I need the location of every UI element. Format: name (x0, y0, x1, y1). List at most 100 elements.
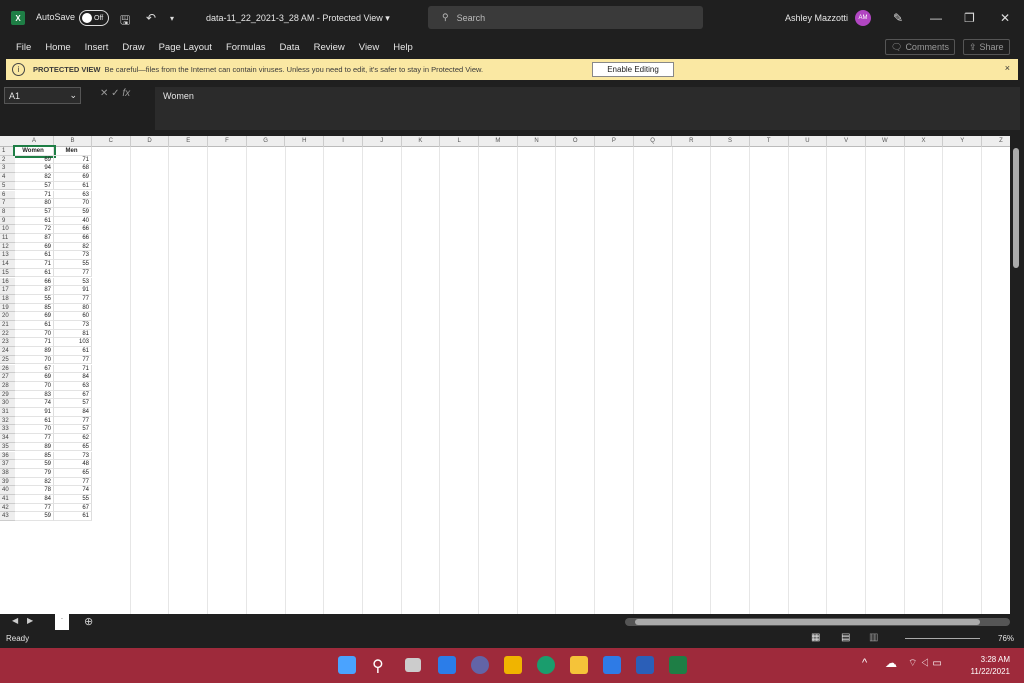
tab-nav-left-icon[interactable]: ◀ (12, 616, 18, 625)
data-cell[interactable]: 77 (15, 434, 54, 443)
data-cell[interactable]: 53 (54, 277, 92, 287)
row-header[interactable]: 2 (0, 155, 15, 165)
add-sheet-icon[interactable]: ⊕ (84, 615, 93, 628)
task-view-icon[interactable] (405, 658, 421, 672)
column-header-e[interactable]: E (169, 136, 209, 147)
row-header[interactable]: 36 (0, 451, 15, 461)
row-header[interactable]: 35 (0, 442, 15, 452)
column-header-q[interactable]: Q (634, 136, 673, 147)
data-cell[interactable]: 70 (15, 355, 54, 365)
page-layout-icon[interactable]: ▤ (841, 632, 850, 643)
row-header[interactable]: 20 (0, 312, 15, 321)
search-icon[interactable]: ⚲ (372, 656, 390, 675)
restore-icon[interactable]: ❐ (964, 11, 975, 25)
zoom-slider[interactable] (905, 638, 980, 639)
data-cell[interactable]: 74 (15, 399, 54, 408)
data-cell[interactable]: 71 (54, 364, 92, 374)
data-cell[interactable]: 57 (54, 399, 92, 408)
row-header[interactable]: 19 (0, 303, 15, 313)
data-cell[interactable]: 70 (54, 199, 92, 208)
data-cell[interactable]: 61 (15, 251, 54, 261)
clock[interactable]: 3:28 AM 11/22/2021 (971, 654, 1010, 678)
row-header[interactable]: 33 (0, 425, 15, 435)
data-cell[interactable]: 55 (54, 260, 92, 269)
data-cell[interactable]: 57 (15, 207, 54, 217)
data-cell[interactable]: 70 (15, 381, 54, 391)
data-cell[interactable]: 68 (54, 164, 92, 174)
row-header[interactable]: 39 (0, 477, 15, 487)
tray-chevron-icon[interactable]: ^ (862, 657, 867, 669)
row-header[interactable]: 15 (0, 268, 15, 278)
share-button[interactable]: ⇪ Share (963, 39, 1010, 55)
row-header[interactable]: 9 (0, 216, 15, 226)
teams-icon[interactable] (471, 656, 489, 674)
enable-editing-button[interactable]: Enable Editing (592, 62, 674, 77)
row-header[interactable]: 40 (0, 486, 15, 495)
data-cell[interactable]: 59 (15, 460, 54, 469)
data-cell[interactable]: 67 (54, 390, 92, 400)
pen-icon[interactable]: ✎ (893, 11, 903, 25)
data-cell[interactable]: 82 (54, 242, 92, 252)
row-header[interactable]: 7 (0, 199, 15, 208)
row-header[interactable]: 6 (0, 190, 15, 200)
menu-draw[interactable]: Draw (115, 42, 151, 53)
row-header[interactable]: 14 (0, 260, 15, 269)
excel-taskbar-icon[interactable] (669, 656, 687, 674)
column-header-c[interactable]: C (92, 136, 131, 147)
normal-view-icon[interactable]: ▦ (811, 632, 820, 643)
tab-nav-right-icon[interactable]: ▶ (27, 616, 33, 625)
row-header[interactable]: 4 (0, 173, 15, 182)
name-box[interactable]: A1 ⌄ (4, 87, 81, 104)
row-header[interactable]: 32 (0, 416, 15, 426)
data-cell[interactable]: 55 (54, 495, 92, 504)
row-header[interactable]: 11 (0, 234, 15, 243)
avatar[interactable]: AM (855, 10, 871, 26)
customize-toolbar-icon[interactable]: ▾ (170, 14, 174, 23)
column-header-s[interactable]: S (711, 136, 750, 147)
worksheet-grid[interactable]: ABCDEFGHIJKLMNOPQRSTUVWXYZ 1 Women Men 2 69 7… (0, 136, 1010, 614)
row-header[interactable]: 28 (0, 381, 15, 391)
windows-start-icon[interactable] (338, 656, 356, 674)
onedrive-icon[interactable]: ☁ (885, 656, 897, 670)
data-cell[interactable]: 70 (15, 329, 54, 339)
document-title[interactable]: data-11_22_2021-3_28 AM - Protected View… (206, 13, 390, 24)
data-cell[interactable]: 77 (54, 268, 92, 278)
data-cell[interactable]: 61 (54, 347, 92, 356)
page-break-icon[interactable]: ▥ (869, 632, 878, 643)
data-cell[interactable]: 71 (54, 155, 92, 165)
data-cell[interactable]: 69 (15, 312, 54, 321)
row-header[interactable]: 30 (0, 399, 15, 408)
data-cell[interactable]: 77 (54, 416, 92, 426)
data-cell[interactable]: 59 (54, 207, 92, 217)
autosave-toggle[interactable]: Off (79, 10, 109, 26)
data-cell[interactable]: 69 (54, 173, 92, 182)
data-cell[interactable]: 59 (15, 512, 54, 522)
row-header[interactable]: 17 (0, 286, 15, 295)
row-header[interactable]: 27 (0, 373, 15, 382)
data-cell[interactable]: 74 (54, 486, 92, 495)
data-cell[interactable]: 84 (54, 408, 92, 417)
data-cell[interactable]: 77 (54, 355, 92, 365)
row-header[interactable]: 21 (0, 321, 15, 330)
minimize-icon[interactable]: — (930, 11, 942, 25)
column-header-l[interactable]: L (440, 136, 479, 147)
row-header[interactable]: 43 (0, 512, 15, 522)
close-bar-icon[interactable]: × (1005, 63, 1010, 73)
network-volume-battery-icons[interactable]: ⌔ ◁ ▭ (908, 657, 942, 670)
data-cell[interactable]: 83 (15, 390, 54, 400)
comments-button[interactable]: 🗨 Comments (885, 39, 955, 55)
row-header[interactable]: 42 (0, 503, 15, 513)
data-cell[interactable]: 82 (15, 173, 54, 182)
data-cell[interactable]: 80 (54, 303, 92, 313)
row-header[interactable]: 5 (0, 181, 15, 191)
data-cell[interactable]: 87 (15, 286, 54, 295)
menu-data[interactable]: Data (273, 42, 307, 53)
data-cell[interactable]: 62 (54, 434, 92, 443)
undo-icon[interactable]: ↶ (146, 11, 156, 25)
data-cell[interactable]: 67 (15, 364, 54, 374)
header-cell[interactable]: Women (13, 145, 56, 158)
data-cell[interactable]: 57 (15, 181, 54, 191)
column-header-w[interactable]: W (866, 136, 905, 147)
menu-review[interactable]: Review (307, 42, 352, 53)
data-cell[interactable]: 69 (15, 155, 54, 165)
